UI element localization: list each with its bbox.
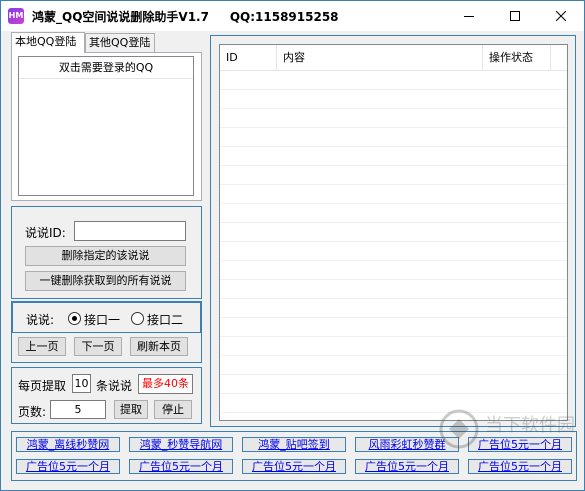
close-button[interactable] bbox=[538, 1, 584, 31]
per-page-unit-label: 条说说 bbox=[96, 379, 133, 393]
link-like-nav[interactable]: 鸿蒙_秒赞导航网 bbox=[129, 437, 233, 452]
table-row bbox=[220, 186, 567, 204]
interface-label: 说说: bbox=[26, 313, 55, 327]
table-row bbox=[220, 224, 567, 242]
column-separator bbox=[550, 45, 551, 71]
table-row bbox=[220, 395, 567, 413]
fetch-button[interactable]: 提取 bbox=[114, 400, 148, 419]
fetch-group: 每页提取 10 条说说 最多40条 页数: 5 提取 停止 bbox=[11, 367, 202, 424]
table-row bbox=[220, 338, 567, 356]
pages-label: 页数: bbox=[18, 405, 47, 419]
table-row bbox=[220, 110, 567, 128]
link-tieba-signin[interactable]: 鸿蒙_贴吧签到 bbox=[242, 437, 346, 452]
column-status[interactable]: 操作状态 bbox=[483, 45, 533, 71]
tab-local-qq-login[interactable]: 本地QQ登陆 bbox=[11, 32, 85, 53]
interface2-radio[interactable] bbox=[131, 312, 144, 325]
links-bar: 鸿蒙_离线秒赞网 鸿蒙_秒赞导航网 鸿蒙_贴吧签到 风雨彩虹秒赞群 广告位5元一… bbox=[11, 431, 577, 481]
maximize-icon bbox=[510, 11, 520, 21]
delete-group: 说说ID: 删除指定的该说说 一键删除获取到的所有说说 bbox=[11, 206, 202, 299]
maximize-button[interactable] bbox=[492, 1, 538, 31]
table-row bbox=[220, 129, 567, 147]
per-page-input[interactable]: 10 bbox=[72, 374, 91, 393]
table-row bbox=[220, 243, 567, 261]
table-row bbox=[220, 300, 567, 318]
max-limit-badge: 最多40条 bbox=[138, 374, 193, 394]
table-row bbox=[220, 376, 567, 394]
interface2-label[interactable]: 接口二 bbox=[147, 311, 183, 328]
qq-list-header[interactable]: 双击需要登录的QQ bbox=[19, 57, 193, 79]
delete-specified-button[interactable]: 删除指定的该说说 bbox=[25, 246, 186, 266]
table-row bbox=[220, 262, 567, 280]
window-title: 鸿蒙_QQ空间说说删除助手V1.7 QQ:1158915258 bbox=[32, 10, 339, 24]
interface1-radio[interactable] bbox=[68, 312, 81, 325]
table-row bbox=[220, 281, 567, 299]
link-like-group[interactable]: 风雨彩虹秒赞群 bbox=[355, 437, 459, 452]
stop-button[interactable]: 停止 bbox=[154, 400, 192, 419]
link-ad-slot[interactable]: 广告位5元一个月 bbox=[16, 459, 120, 474]
shuoshuo-id-input[interactable] bbox=[74, 221, 186, 241]
pages-input[interactable]: 5 bbox=[50, 400, 106, 419]
link-ad-slot[interactable]: 广告位5元一个月 bbox=[468, 437, 572, 452]
link-offline-like[interactable]: 鸿蒙_离线秒赞网 bbox=[16, 437, 120, 452]
minimize-icon bbox=[464, 16, 474, 17]
interface1-label[interactable]: 接口一 bbox=[84, 311, 120, 328]
table-row bbox=[220, 319, 567, 337]
app-logo-icon: HM bbox=[8, 8, 24, 24]
table-row bbox=[220, 357, 567, 375]
per-page-label: 每页提取 bbox=[18, 379, 67, 393]
refresh-page-button[interactable]: 刷新本页 bbox=[130, 337, 188, 356]
table-row bbox=[220, 72, 567, 90]
tab-other-qq-login[interactable]: 其他QQ登陆 bbox=[85, 33, 155, 52]
link-ad-slot[interactable]: 广告位5元一个月 bbox=[129, 459, 233, 474]
column-content[interactable]: 内容 bbox=[277, 45, 305, 71]
app-window: HM 鸿蒙_QQ空间说说删除助手V1.7 QQ:1158915258 本地QQ登… bbox=[0, 0, 585, 491]
next-page-button[interactable]: 下一页 bbox=[74, 337, 122, 356]
column-id[interactable]: ID bbox=[220, 45, 238, 71]
table-row bbox=[220, 205, 567, 223]
link-ad-slot[interactable]: 广告位5元一个月 bbox=[242, 459, 346, 474]
delete-all-button[interactable]: 一键删除获取到的所有说说 bbox=[25, 271, 186, 291]
table-row bbox=[220, 91, 567, 109]
shuoshuo-id-label: 说说ID: bbox=[25, 226, 66, 240]
table-header: ID 内容 操作状态 bbox=[220, 45, 567, 71]
minimize-button[interactable] bbox=[446, 1, 492, 31]
close-icon bbox=[556, 11, 566, 21]
results-table[interactable]: ID 内容 操作状态 bbox=[219, 44, 568, 421]
table-row bbox=[220, 167, 567, 185]
prev-page-button[interactable]: 上一页 bbox=[18, 337, 66, 356]
link-ad-slot[interactable]: 广告位5元一个月 bbox=[468, 459, 572, 474]
tab-panel-local: 双击需要登录的QQ bbox=[11, 52, 202, 201]
results-frame: ID 内容 操作状态 bbox=[210, 35, 576, 427]
link-ad-slot[interactable]: 广告位5元一个月 bbox=[355, 459, 459, 474]
interface-group: 说说: 接口一 接口二 bbox=[12, 302, 201, 333]
qq-account-list[interactable]: 双击需要登录的QQ bbox=[18, 56, 194, 196]
table-row bbox=[220, 148, 567, 166]
title-bar[interactable]: HM 鸿蒙_QQ空间说说删除助手V1.7 QQ:1158915258 bbox=[1, 1, 584, 31]
paging-group: 说说: 接口一 接口二 上一页 下一页 刷新本页 bbox=[11, 301, 202, 363]
